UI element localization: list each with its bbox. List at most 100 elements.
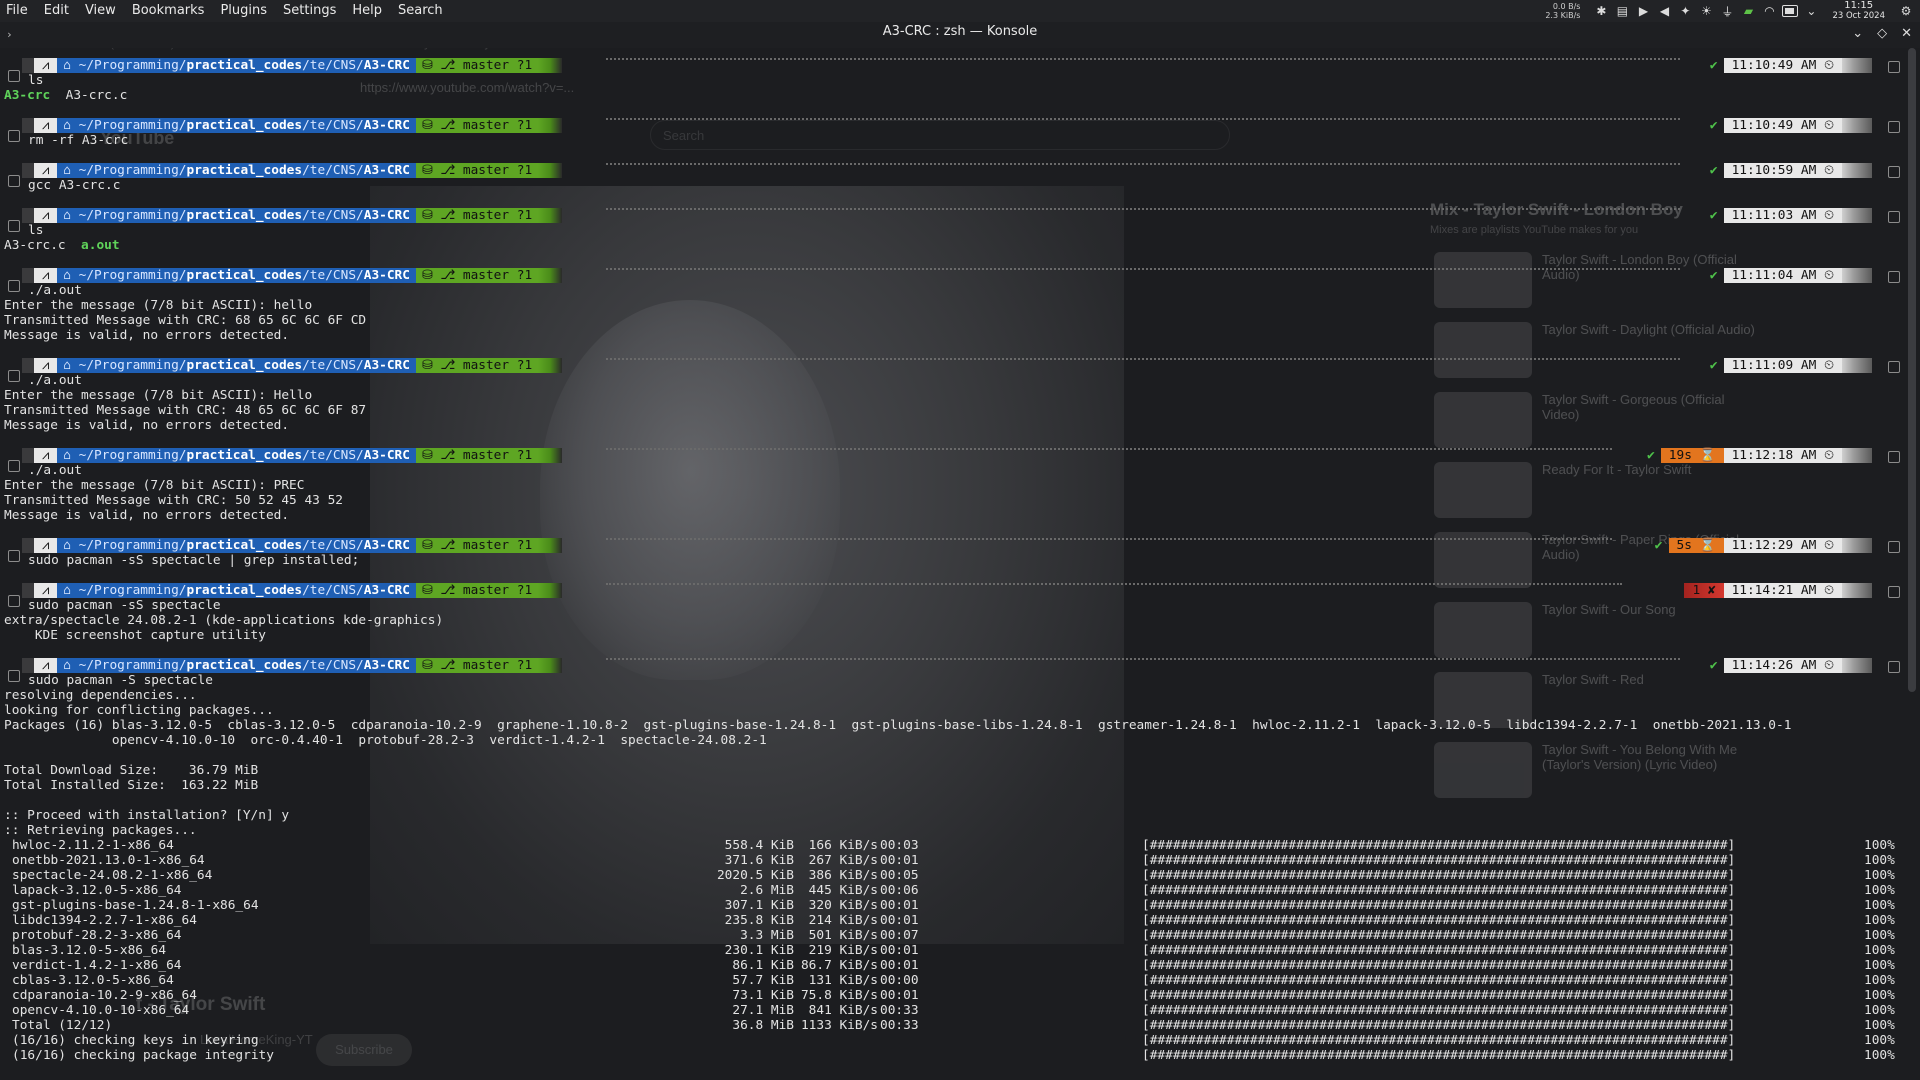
bluetooth-icon[interactable]: ✱ (1593, 3, 1609, 19)
menu-bookmarks[interactable]: Bookmarks (124, 0, 213, 22)
gear-icon[interactable]: ⚙ (1898, 3, 1914, 19)
progress-percent: 100% (1864, 1003, 1895, 1018)
night-light-icon[interactable]: ✦ (1677, 3, 1693, 19)
prompt-git: ⛁ ⎇ master ?1 (415, 538, 539, 553)
wifi-icon[interactable]: ◠ (1761, 3, 1777, 19)
block-right-checkbox[interactable] (1888, 121, 1900, 133)
output-fragment: A3-crc.c (50, 88, 128, 103)
download-rate: 1133 KiB/s (800, 1018, 878, 1033)
download-rate: 75.8 KiB/s (800, 988, 878, 1003)
media-play-icon[interactable]: ▶ (1635, 3, 1651, 19)
block-right-checkbox[interactable] (1888, 361, 1900, 373)
block-fold-checkbox[interactable] (8, 370, 20, 382)
block-fold-checkbox[interactable] (8, 220, 20, 232)
git-icon: ⛁ (421, 448, 441, 463)
prompt-dark-segment (22, 208, 34, 223)
prompt-filler (606, 583, 1622, 585)
time-text: 11:14:26 AM (1731, 658, 1817, 673)
download-eta: 00:03 (880, 838, 919, 853)
block-right-checkbox[interactable] (1888, 166, 1900, 178)
system-tray: 0.0 B/s 2.3 KiB/s ✱ ▤ ▶ ◀ ✦ ☀ ⏚ ▰ ◠ ⌄ 11… (1545, 0, 1920, 22)
progress-bar: [#######################################… (1142, 1048, 1736, 1063)
progress-bar: [#######################################… (1142, 1003, 1736, 1018)
progress-percent: 100% (1864, 838, 1895, 853)
branch-icon: ⎇ (440, 658, 463, 673)
block-right-checkbox[interactable] (1888, 271, 1900, 283)
block-fold-checkbox[interactable] (8, 460, 20, 472)
net-down: 0.0 B/s (1552, 2, 1581, 11)
prompt-tail (538, 268, 563, 283)
block-right-checkbox[interactable] (1888, 661, 1900, 673)
menu-plugins[interactable]: Plugins (212, 0, 275, 22)
path-prefix: ~/Programming/ (78, 358, 187, 373)
clipboard-icon[interactable]: ▤ (1614, 3, 1630, 19)
prompt-tail (538, 118, 563, 133)
brightness-icon[interactable]: ☀ (1698, 3, 1714, 19)
right-prompt: 1 ✘ 11:14:21 AM ⏲ (1684, 583, 1872, 598)
branch-icon: ⎇ (440, 448, 463, 463)
terminal-menu-icon[interactable]: › (6, 28, 13, 41)
prompt-line: ⩘ ⌂ ~/Programming/practical_codes/te/CNS/… (22, 208, 563, 223)
terminal-scrollbar[interactable] (1908, 48, 1916, 692)
close-icon[interactable]: ✕ (1901, 26, 1912, 41)
success-check-icon: ✔ (1709, 58, 1718, 73)
path-rest: /te/CNS/ (302, 538, 364, 553)
prompt-path: ⌂ ~/Programming/practical_codes/te/CNS/A… (57, 208, 416, 223)
prompt-dark-segment (22, 58, 34, 73)
path-rest: /te/CNS/ (302, 163, 364, 178)
prompt-line: ⩘ ⌂ ~/Programming/practical_codes/te/CNS/… (22, 658, 563, 673)
clock[interactable]: 11:15 23 Oct 2024 (1832, 1, 1885, 22)
top-bar: File Edit View Bookmarks Plugins Settings Help… (0, 0, 1920, 22)
maximize-icon[interactable]: ◇ (1877, 26, 1887, 41)
block-fold-checkbox[interactable] (8, 670, 20, 682)
menu-settings[interactable]: Settings (275, 0, 344, 22)
prompt-filler (606, 208, 1680, 210)
terminal-output[interactable]: ⩘ ⌂ ~/Programming/practical_codes/te/CNS/… (0, 48, 1904, 1080)
download-eta: 00:01 (880, 943, 919, 958)
prompt-filler (606, 538, 1612, 540)
command-time: 11:10:49 AM ⏲ (1723, 118, 1842, 133)
block-fold-checkbox[interactable] (8, 70, 20, 82)
git-icon: ⛁ (421, 268, 441, 283)
menu-search[interactable]: Search (390, 0, 451, 22)
menu-help[interactable]: Help (344, 0, 390, 22)
path-dir: A3-CRC (363, 58, 410, 73)
download-rate: 386 KiB/s (808, 868, 878, 883)
output-line: Enter the message (7/8 bit ASCII): Hello (4, 388, 313, 403)
block-fold-checkbox[interactable] (8, 130, 20, 142)
prompt-git: ⛁ ⎇ master ?1 (415, 118, 539, 133)
battery-icon[interactable] (1782, 3, 1799, 19)
usb-icon[interactable]: ⏚ (1719, 3, 1735, 19)
block-right-checkbox[interactable] (1888, 586, 1900, 598)
clock-icon: ⏲ (1816, 358, 1834, 373)
download-eta: 00:01 (880, 988, 919, 1003)
path-dir: A3-CRC (363, 358, 410, 373)
minimize-icon[interactable]: ⌄ (1852, 26, 1863, 41)
block-right-checkbox[interactable] (1888, 541, 1900, 553)
progress-bar: [#######################################… (1142, 973, 1736, 988)
git-branch: master ?1 (462, 58, 533, 73)
block-fold-checkbox[interactable] (8, 595, 20, 607)
arch-logo-icon: ⩘ (34, 448, 58, 463)
chevron-down-icon[interactable]: ⌄ (1803, 3, 1819, 19)
block-fold-checkbox[interactable] (8, 550, 20, 562)
menu-edit[interactable]: Edit (36, 0, 77, 22)
cpu-monitor-icon[interactable]: ▰ (1740, 3, 1756, 19)
prompt-path: ⌂ ~/Programming/practical_codes/te/CNS/A… (57, 658, 416, 673)
block-fold-checkbox[interactable] (8, 175, 20, 187)
command-text: ls (28, 223, 44, 238)
volume-icon[interactable]: ◀ (1656, 3, 1672, 19)
download-name: (16/16) checking keys in keyring (12, 1033, 259, 1048)
block-right-checkbox[interactable] (1888, 451, 1900, 463)
prompt-line: ⩘ ⌂ ~/Programming/practical_codes/te/CNS/… (22, 163, 563, 178)
block-fold-checkbox[interactable] (8, 280, 20, 292)
arch-logo-icon: ⩘ (34, 118, 58, 133)
prompt-path: ⌂ ~/Programming/practical_codes/te/CNS/A… (57, 358, 416, 373)
block-right-checkbox[interactable] (1888, 61, 1900, 73)
prompt-tail (538, 583, 563, 598)
block-right-checkbox[interactable] (1888, 211, 1900, 223)
menu-view[interactable]: View (77, 0, 124, 22)
menu-file[interactable]: File (0, 0, 36, 22)
clock-icon: ⏲ (1816, 538, 1834, 553)
prompt-line: ⩘ ⌂ ~/Programming/practical_codes/te/CNS/… (22, 58, 563, 73)
